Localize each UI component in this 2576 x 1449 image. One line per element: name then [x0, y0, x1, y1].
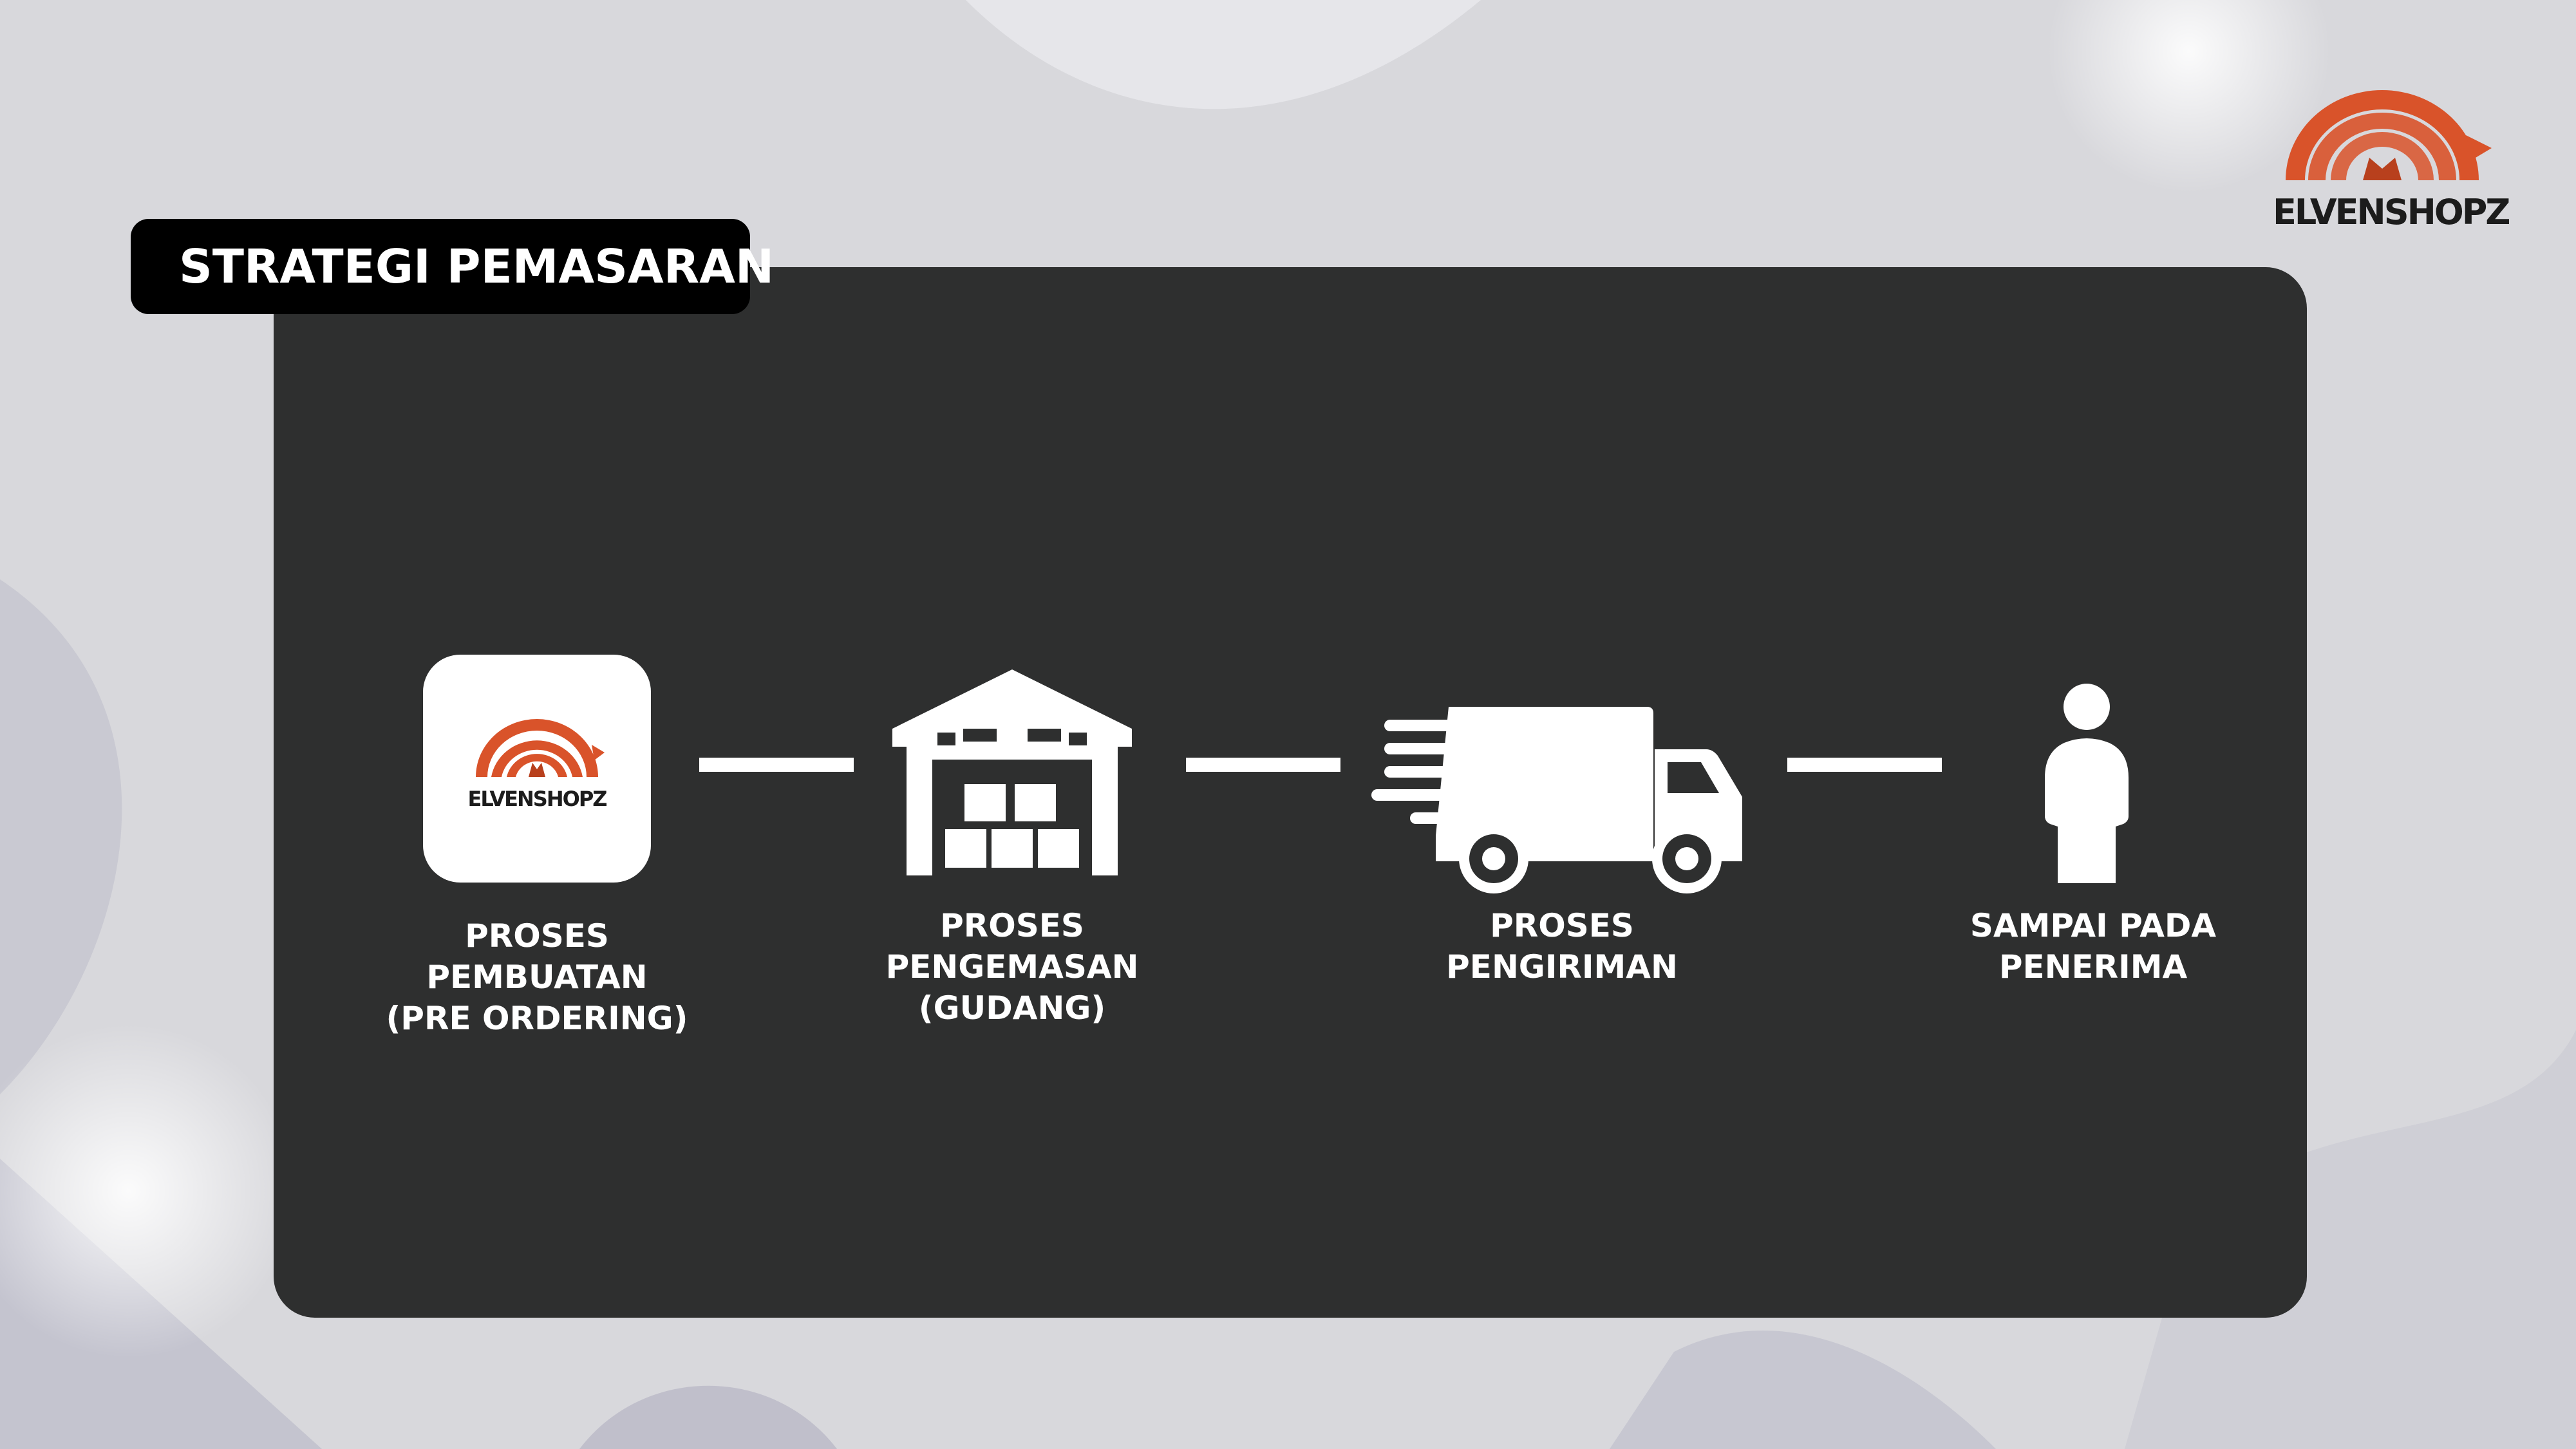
tile-brand-name: ELVENSHOPZ — [467, 787, 608, 811]
connector-1-2 — [699, 758, 854, 772]
step-2-label-line-2: PENGEMASAN — [885, 948, 1139, 986]
brand-logo: ELVENSHOPZ — [2273, 84, 2510, 245]
connector-3-4 — [1787, 758, 1942, 772]
step-1-label-line-3: (PRE ORDERING) — [386, 1000, 688, 1037]
warehouse-icon — [892, 669, 1132, 875]
step-1-label-line-2: PEMBUATAN — [426, 958, 648, 996]
step-1-logo-tile: ELVENSHOPZ — [423, 655, 651, 883]
step-4-label-line-2: PENERIMA — [1998, 948, 2188, 986]
person-icon — [2045, 684, 2129, 883]
step-3-label-line-1: PROSES — [1490, 907, 1634, 944]
brand-name: ELVENSHOPZ — [2273, 192, 2510, 232]
connector-2-3 — [1186, 758, 1340, 772]
step-4-label: SAMPAI PADA PENERIMA — [1926, 905, 2261, 987]
page-title: STRATEGI PEMASARAN — [179, 239, 775, 294]
nine-tailed-fox-icon — [2286, 90, 2492, 180]
step-1-label-line-1: PROSES — [465, 917, 609, 955]
step-1-label: PROSES PEMBUATAN (PRE ORDERING) — [376, 915, 698, 1039]
step-3-label: PROSES PENGIRIMAN — [1401, 905, 1723, 987]
step-4-person — [2045, 681, 2129, 883]
step-3-label-line-2: PENGIRIMAN — [1446, 948, 1678, 986]
step-2-label-line-3: (GUDANG) — [918, 989, 1106, 1027]
step-2-warehouse — [892, 657, 1132, 875]
delivery-truck-icon — [1371, 707, 1742, 893]
title-tab: STRATEGI PEMASARAN — [131, 219, 774, 314]
nine-tailed-fox-icon — [476, 719, 605, 777]
step-2-label-line-1: PROSES — [940, 907, 1084, 944]
step-4-label-line-1: SAMPAI PADA — [1970, 907, 2217, 944]
step-2-label: PROSES PENGEMASAN (GUDANG) — [851, 905, 1173, 1029]
step-3-truck — [1371, 707, 1742, 893]
